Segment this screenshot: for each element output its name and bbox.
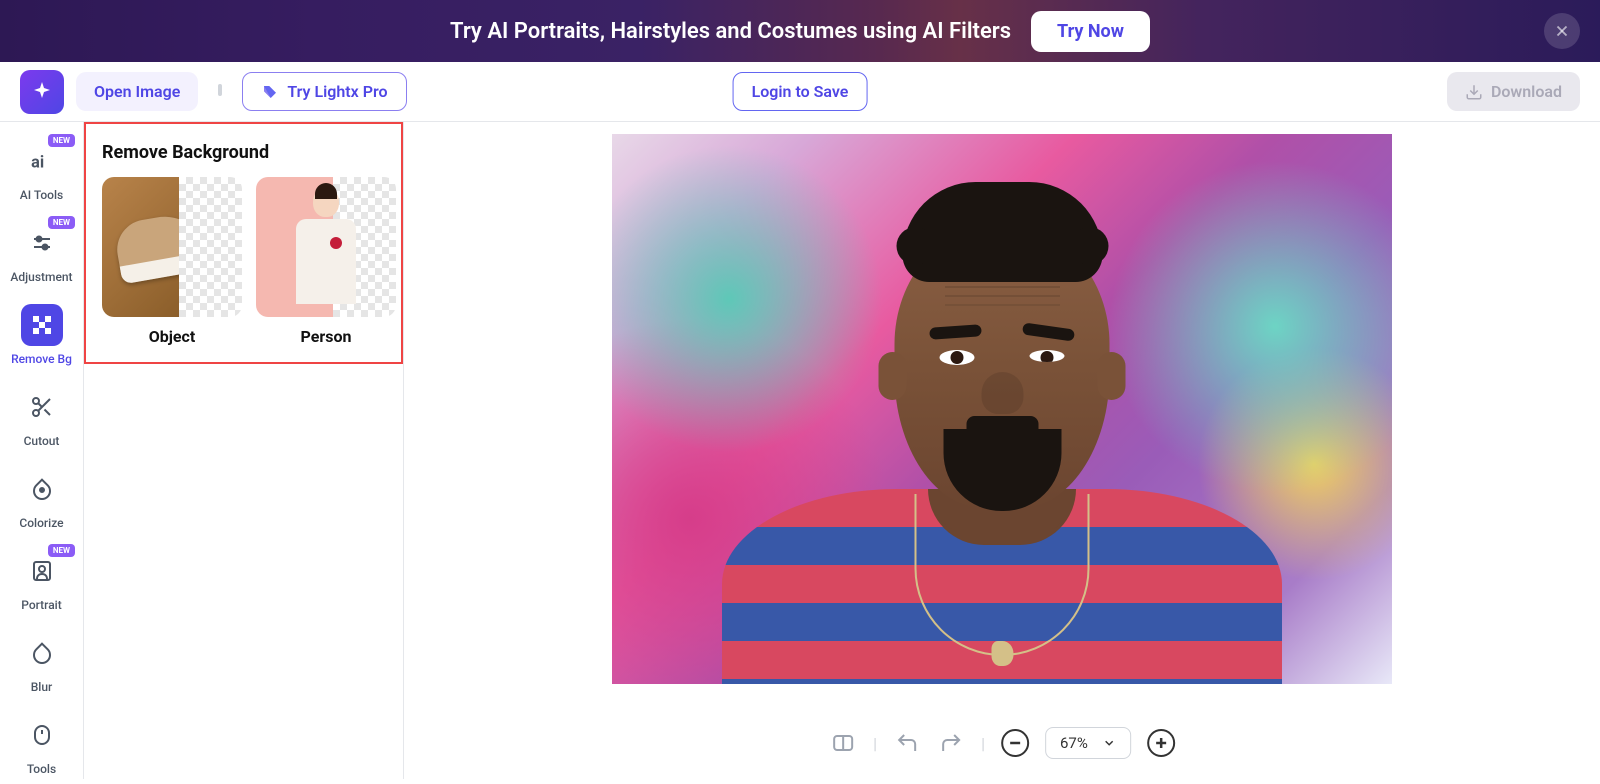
portrait-icon	[30, 559, 54, 583]
login-save-button[interactable]: Login to Save	[733, 72, 868, 111]
zoom-value: 67%	[1060, 734, 1088, 752]
zoom-dropdown[interactable]: 67%	[1045, 727, 1131, 759]
blur-icon	[30, 641, 54, 665]
canvas-area: | | 67%	[404, 122, 1600, 779]
tools-icon	[30, 723, 54, 747]
undo-icon	[895, 731, 919, 755]
promo-banner: Try AI Portraits, Hairstyles and Costume…	[0, 0, 1600, 62]
open-image-button[interactable]: Open Image	[76, 72, 198, 111]
zoom-in-button[interactable]	[1147, 729, 1175, 757]
separator: |	[981, 734, 985, 753]
sidebar-item-remove-bg[interactable]: Remove Bg	[0, 296, 83, 374]
canvas-image[interactable]	[612, 134, 1392, 684]
tool-sidebar: NEW ai AI Tools NEW Adjustment Remove Bg…	[0, 122, 84, 779]
options-panel: Remove Background Object	[84, 122, 404, 779]
sidebar-label: Cutout	[24, 434, 60, 448]
option-label: Object	[102, 327, 242, 346]
close-banner-button[interactable]	[1544, 13, 1580, 49]
sidebar-item-tools[interactable]: Tools	[0, 706, 83, 784]
sidebar-label: AI Tools	[20, 188, 63, 202]
sidebar-label: Tools	[27, 762, 56, 776]
download-button[interactable]: Download	[1447, 72, 1580, 111]
sidebar-label: Colorize	[19, 516, 63, 530]
download-icon	[1465, 83, 1483, 101]
sidebar-label: Blur	[31, 680, 53, 694]
compare-button[interactable]	[829, 729, 857, 757]
scissors-icon	[30, 395, 54, 419]
separator-icon	[216, 80, 224, 104]
plus-icon	[1155, 737, 1167, 749]
try-pro-label: Try Lightx Pro	[287, 82, 387, 101]
minus-icon	[1009, 737, 1021, 749]
sidebar-item-cutout[interactable]: Cutout	[0, 378, 83, 456]
option-person[interactable]: Person	[256, 177, 396, 346]
panel-title: Remove Background	[86, 124, 401, 177]
colorize-icon	[30, 477, 54, 501]
compare-icon	[831, 731, 855, 755]
app-logo[interactable]	[20, 70, 64, 114]
pro-icon	[261, 83, 279, 101]
option-thumbnail-person	[256, 177, 396, 317]
new-badge: NEW	[48, 544, 75, 557]
ai-icon: ai	[29, 148, 55, 174]
new-badge: NEW	[48, 216, 75, 229]
new-badge: NEW	[48, 134, 75, 147]
undo-button[interactable]	[893, 729, 921, 757]
try-now-button[interactable]: Try Now	[1031, 11, 1150, 52]
option-thumbnail-object	[102, 177, 242, 317]
separator: |	[873, 734, 877, 753]
sidebar-item-ai-tools[interactable]: NEW ai AI Tools	[0, 132, 83, 210]
sidebar-label: Portrait	[21, 598, 61, 612]
option-object[interactable]: Object	[102, 177, 242, 346]
close-icon	[1553, 22, 1571, 40]
remove-bg-icon	[30, 313, 54, 337]
redo-icon	[939, 731, 963, 755]
header-toolbar: Open Image Try Lightx Pro Login to Save …	[0, 62, 1600, 122]
sidebar-label: Adjustment	[10, 270, 72, 284]
adjustment-icon	[30, 231, 54, 255]
download-label: Download	[1491, 82, 1562, 101]
zoom-out-button[interactable]	[1001, 729, 1029, 757]
sidebar-label: Remove Bg	[11, 352, 72, 366]
sidebar-item-adjustment[interactable]: NEW Adjustment	[0, 214, 83, 292]
panel-highlight: Remove Background Object	[84, 122, 403, 364]
sidebar-item-portrait[interactable]: NEW Portrait	[0, 542, 83, 620]
svg-text:ai: ai	[31, 153, 44, 172]
chevron-down-icon	[1102, 736, 1116, 750]
try-pro-button[interactable]: Try Lightx Pro	[242, 72, 406, 111]
banner-text: Try AI Portraits, Hairstyles and Costume…	[450, 19, 1011, 44]
sidebar-item-blur[interactable]: Blur	[0, 624, 83, 702]
option-label: Person	[256, 327, 396, 346]
sidebar-item-colorize[interactable]: Colorize	[0, 460, 83, 538]
redo-button[interactable]	[937, 729, 965, 757]
sparkle-icon	[30, 80, 54, 104]
canvas-toolbar: | | 67%	[829, 727, 1175, 759]
